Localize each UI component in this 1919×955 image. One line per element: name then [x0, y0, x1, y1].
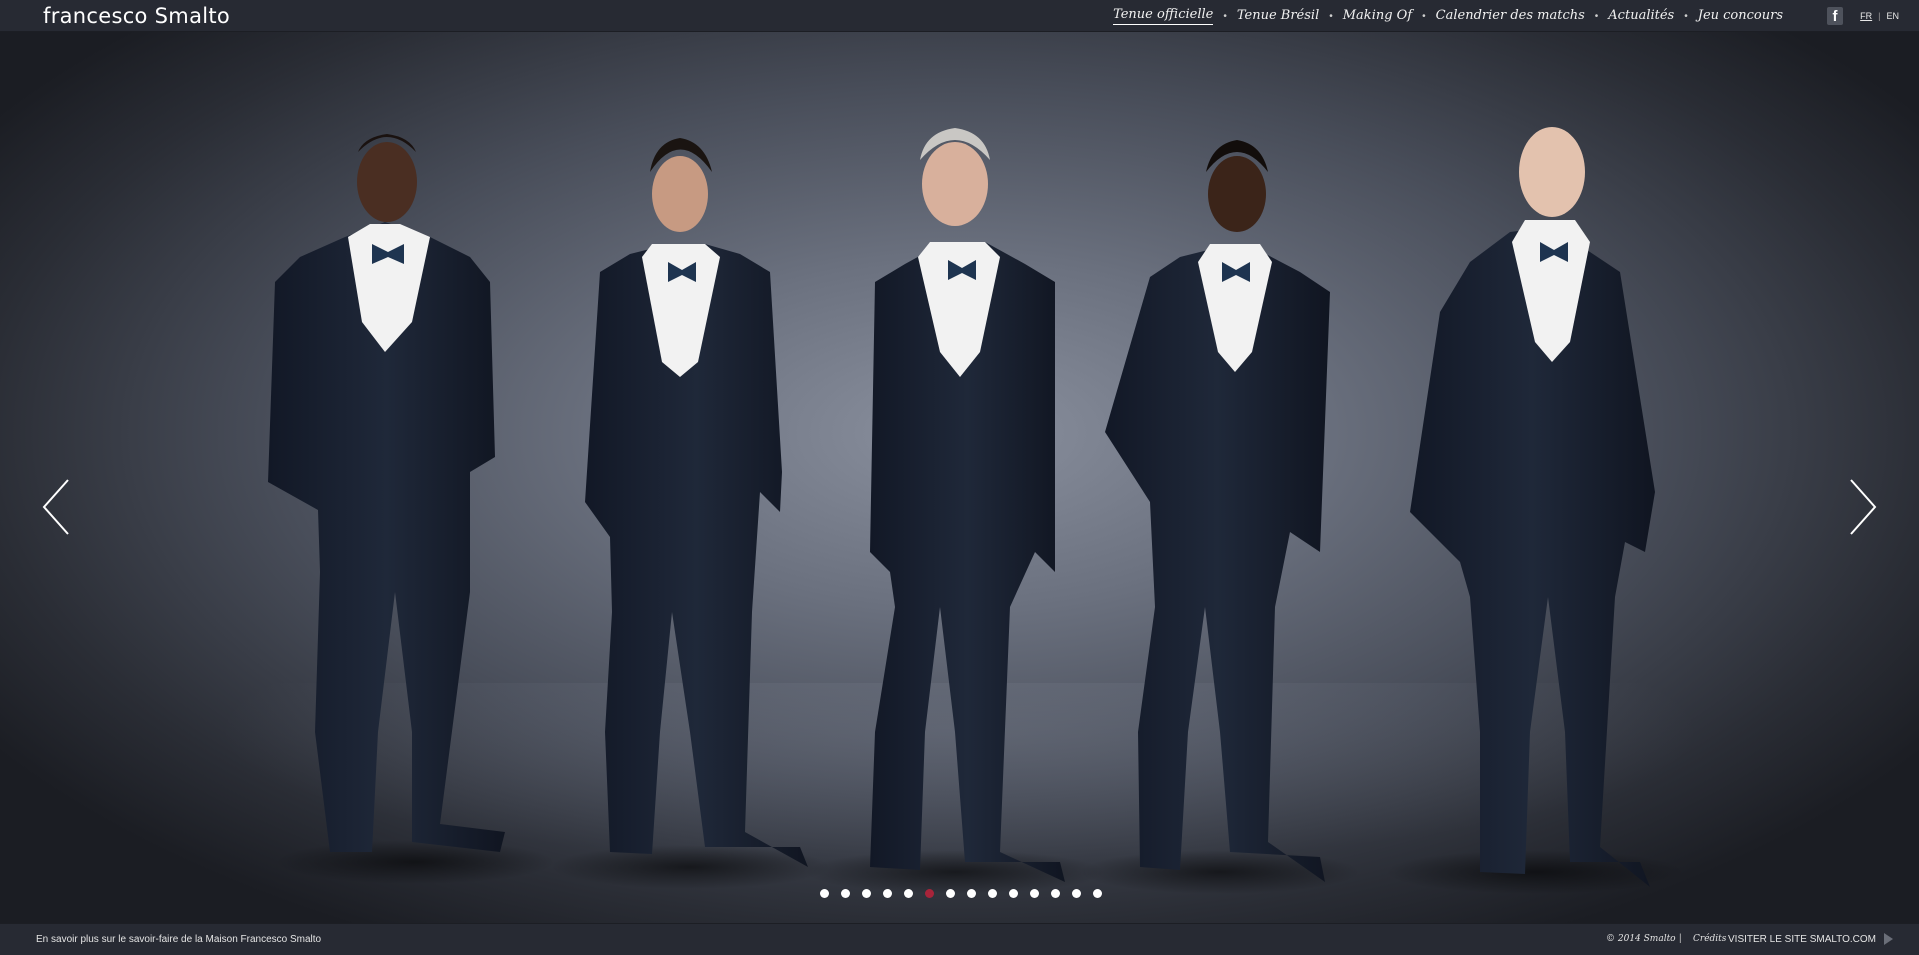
nav-separator: • [1684, 10, 1688, 22]
slide-dot[interactable] [1049, 887, 1061, 899]
dot-indicator [819, 888, 829, 898]
dot-indicator [882, 888, 892, 898]
footer-separator: | [1679, 933, 1682, 944]
dot-indicator [1092, 888, 1102, 898]
slide-dot[interactable] [839, 887, 851, 899]
slide-dot[interactable] [944, 887, 956, 899]
dot-indicator [945, 888, 955, 898]
slide-dot[interactable] [1091, 887, 1103, 899]
top-bar: francesco Smalto Tenue officielle • Tenu… [0, 0, 1919, 32]
slide-dot[interactable] [818, 887, 830, 899]
lang-separator: | [1878, 11, 1881, 21]
nav-separator: • [1329, 10, 1333, 22]
lang-fr[interactable]: FR [1860, 11, 1872, 21]
visit-site-link[interactable]: VISITER LE SITE SMALTO.COM [1728, 933, 1893, 945]
slide-dot[interactable] [1028, 887, 1040, 899]
nav-tenue-officielle[interactable]: Tenue officielle [1113, 7, 1214, 25]
nav-making-of[interactable]: Making Of [1343, 8, 1412, 25]
person-1 [268, 134, 555, 884]
slide-dot[interactable] [860, 887, 872, 899]
main-nav: Tenue officielle • Tenue Brésil • Making… [1113, 0, 1783, 32]
nav-tenue-bresil[interactable]: Tenue Brésil [1237, 8, 1319, 25]
language-switcher: FR | EN [1860, 11, 1899, 21]
slide-dot[interactable] [902, 887, 914, 899]
dot-indicator [1071, 888, 1081, 898]
nav-separator: • [1223, 10, 1227, 22]
person-3 [805, 128, 1105, 894]
slide-dot[interactable] [881, 887, 893, 899]
dot-indicator [861, 888, 871, 898]
chevron-right-icon[interactable] [1841, 472, 1881, 542]
nav-separator: • [1594, 10, 1599, 22]
play-arrow-icon [1884, 933, 1893, 945]
dot-indicator [903, 888, 913, 898]
person-2 [550, 138, 830, 889]
team-photo [268, 127, 1685, 894]
dot-indicator [840, 888, 850, 898]
slide-pagination [818, 887, 1103, 899]
dot-indicator [1029, 888, 1039, 898]
dot-indicator [987, 888, 997, 898]
dot-indicator [1050, 888, 1060, 898]
dot-indicator [966, 888, 976, 898]
slide-dot[interactable] [1070, 887, 1082, 899]
nav-separator: • [1422, 10, 1426, 22]
hero-slider [0, 32, 1919, 923]
footer-bar: En savoir plus sur le savoir-faire de la… [0, 923, 1919, 955]
dot-indicator [924, 888, 934, 898]
slide-dot[interactable] [923, 887, 935, 899]
slide-dot[interactable] [965, 887, 977, 899]
lang-en[interactable]: EN [1886, 11, 1899, 21]
nav-jeu-concours[interactable]: Jeu concours [1698, 8, 1783, 25]
chevron-left-icon[interactable] [38, 472, 78, 542]
nav-actualites[interactable]: Actualités [1608, 8, 1674, 25]
credits-link[interactable]: Crédits [1693, 934, 1726, 944]
visit-site-label: VISITER LE SITE SMALTO.COM [1728, 933, 1876, 945]
facebook-icon[interactable]: f [1827, 7, 1843, 25]
person-5 [1385, 127, 1685, 894]
logo[interactable]: francesco Smalto [43, 4, 230, 28]
person-4 [1080, 140, 1360, 894]
nav-calendrier[interactable]: Calendrier des matchs [1436, 8, 1585, 25]
slide-dot[interactable] [986, 887, 998, 899]
dot-indicator [1008, 888, 1018, 898]
learn-more-link[interactable]: En savoir plus sur le savoir-faire de la… [36, 934, 321, 945]
copyright-text: © 2014 Smalto [1606, 934, 1676, 944]
slide-dot[interactable] [1007, 887, 1019, 899]
